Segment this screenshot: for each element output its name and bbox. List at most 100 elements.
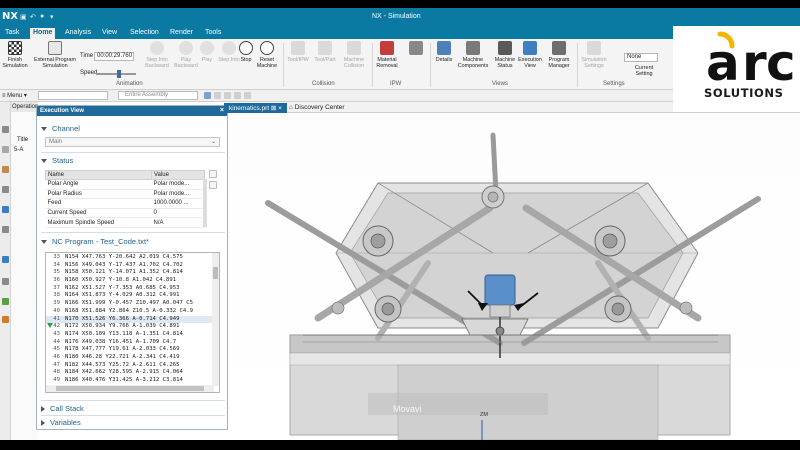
speed-slider-track[interactable] xyxy=(96,73,136,75)
nc-code-line[interactable]: 46 N180 X46.28 Y22.721 A-2.341 C4.419 xyxy=(46,354,212,362)
nc-code-line[interactable]: 48 N184 X42.662 Y28.595 A-2.915 C4.064 xyxy=(46,369,212,377)
nc-code-line[interactable]: 37 N162 X51.527 Y-7.353 A0.685 C4.953 xyxy=(46,285,212,293)
window-menu-icon[interactable]: ▾ xyxy=(50,13,54,21)
column-header-name[interactable]: Name xyxy=(45,170,152,180)
table-row[interactable]: Polar Angle Polar mode... xyxy=(45,179,205,190)
tab-view[interactable]: View xyxy=(99,28,120,39)
navigator-title-column: Title xyxy=(17,137,29,143)
machine-model-render xyxy=(265,132,761,440)
table-export-icon[interactable] xyxy=(209,181,217,189)
clock-icon[interactable] xyxy=(2,278,9,285)
table-row[interactable]: Feed 1000.0000 ... xyxy=(45,198,205,209)
section-divider xyxy=(41,415,225,416)
status-name: Polar Radius xyxy=(45,189,152,200)
scroll-thumb[interactable] xyxy=(213,267,218,279)
tool-part-collision-button[interactable]: Tool/Part xyxy=(311,41,339,63)
channel-select[interactable]: Main ⌄ xyxy=(45,137,220,147)
assembly-icon[interactable] xyxy=(2,146,9,153)
tab-home[interactable]: Home xyxy=(30,28,56,39)
machine-collision-button[interactable]: Machine Collision xyxy=(339,41,369,69)
column-header-value[interactable]: Value xyxy=(151,170,205,180)
history-icon[interactable] xyxy=(2,186,9,193)
navigator-node[interactable]: 5-A xyxy=(14,147,23,153)
status-value: Polar mode... xyxy=(151,189,205,200)
web-icon[interactable] xyxy=(2,206,9,213)
roles-icon[interactable] xyxy=(2,298,9,305)
navigator-icon[interactable] xyxy=(2,126,9,133)
scroll-thumb[interactable] xyxy=(56,386,204,391)
machine-components-button[interactable]: Machine Components xyxy=(456,41,490,69)
program-manager-icon xyxy=(552,41,566,55)
nc-code-text: N156 X49.043 Y-17.437 A1.702 C4.702 xyxy=(65,261,183,268)
tab-tools[interactable]: Tools xyxy=(202,28,224,39)
operation-navigator-tab[interactable]: Operation Navigator xyxy=(11,102,38,112)
execution-view-button[interactable]: Execution View xyxy=(515,41,545,69)
nc-code-line[interactable]: 44 N176 X49.038 Y16.451 A-1.709 C4.7 xyxy=(46,339,212,347)
nc-code-line[interactable]: 42 N172 X50.934 Y9.766 A-1.039 C4.891 xyxy=(46,323,212,331)
channel-section-header[interactable]: Channel xyxy=(41,124,80,133)
program-manager-button[interactable]: Program Manager xyxy=(542,41,576,69)
process-icon[interactable] xyxy=(2,256,9,263)
nc-code-line[interactable]: 45 N178 X47.777 Y19.61 A-2.033 C4.569 xyxy=(46,346,212,354)
details-button[interactable]: Details xyxy=(430,41,458,63)
tool-ipw-collision-button[interactable]: Tool/IPW xyxy=(284,41,312,63)
filter-icon[interactable] xyxy=(224,92,231,99)
table-row[interactable]: Maximum Spindle Speed N/A xyxy=(45,217,205,228)
nc-code-line[interactable]: 43 N174 X50.109 Y13.118 A-1.351 C4.814 xyxy=(46,331,212,339)
tab-kinematics-prt[interactable]: kinematics.prt ⊠ × xyxy=(224,103,287,113)
setting-select[interactable]: None xyxy=(624,53,658,62)
snap-icon[interactable] xyxy=(204,92,211,99)
nc-code-line[interactable]: 49 N186 X40.476 Y31.425 A-3.212 C3.814 xyxy=(46,377,212,385)
call-stack-section-header[interactable]: Call Stack xyxy=(41,404,84,413)
line-number: 38 xyxy=(53,292,60,299)
point-icon[interactable] xyxy=(234,92,241,99)
tab-selection[interactable]: Selection xyxy=(127,28,162,39)
table-row[interactable]: Polar Radius Polar mode... xyxy=(45,189,205,200)
menu-button[interactable]: ≡ Menu ▾ xyxy=(2,92,27,99)
reuse-library-icon[interactable] xyxy=(2,226,9,233)
nc-program-section-header[interactable]: NC Program - Test_Code.txt* xyxy=(41,237,149,246)
nc-code-line[interactable]: 33 N154 X47.763 Y-20.642 A2.019 C4.575 xyxy=(46,254,212,262)
table-row[interactable]: Current Speed 0 xyxy=(45,208,205,219)
simulation-settings-button[interactable]: Simulation Settings xyxy=(577,41,611,69)
system-materials-icon[interactable] xyxy=(2,316,9,323)
status-scrollbar[interactable] xyxy=(203,179,207,227)
nc-code-line[interactable]: 38 N164 X51.873 Y-4.029 A0.312 C4.991 xyxy=(46,292,212,300)
nc-code-line[interactable]: 39 N166 X51.999 Y-0.457 Z10.497 A0.047 C5 xyxy=(46,300,212,308)
save-icon[interactable]: ▣ xyxy=(20,13,27,21)
nc-program-listing[interactable]: 33 N154 X47.763 Y-20.642 A2.019 C4.575 34 N… xyxy=(45,252,220,393)
group-collision-label: Collision xyxy=(312,81,335,87)
nc-code-line[interactable]: 35 N158 X50.121 Y-14.071 A1.352 C4.814 xyxy=(46,269,212,277)
speed-slider-thumb[interactable] xyxy=(117,70,121,78)
time-field[interactable]: 00:00:29.760 xyxy=(94,52,134,61)
assembly-filter-select[interactable]: Entire Assembly xyxy=(118,91,198,100)
part-icon[interactable] xyxy=(2,166,9,173)
nc-code-line[interactable]: 47 N182 X44.573 Y25.72 A-2.611 C4.265 xyxy=(46,362,212,370)
tab-task[interactable]: Task xyxy=(2,28,22,39)
undo-icon[interactable]: ↶ xyxy=(30,13,36,21)
nc-code-line[interactable]: 34 N156 X49.043 Y-17.437 A1.702 C4.702 xyxy=(46,262,212,270)
variables-section-header[interactable]: Variables xyxy=(41,418,81,427)
tab-render[interactable]: Render xyxy=(167,28,196,39)
graphics-viewport[interactable]: Movavi ZM xyxy=(228,113,800,440)
tab-analysis[interactable]: Analysis xyxy=(62,28,94,39)
nc-code-line[interactable]: 41 N170 X51.526 Y6.366 A-0.714 C4.949 xyxy=(46,315,212,324)
tab-discovery-center[interactable]: ⌂ Discovery Center xyxy=(284,103,350,113)
finish-simulation-button[interactable]: Finish Simulation xyxy=(0,41,32,69)
reset-machine-button[interactable]: Reset Machine xyxy=(253,41,281,69)
mic-icon[interactable]: ● xyxy=(40,13,44,20)
type-filter-select[interactable] xyxy=(38,91,108,100)
status-section-header[interactable]: Status xyxy=(41,156,73,165)
select-icon[interactable] xyxy=(214,92,221,99)
code-vertical-scrollbar[interactable] xyxy=(212,253,219,386)
nx-application-window: NX ▣ ↶ ● ▾ NX - Simulation Task Home Ana… xyxy=(0,8,800,440)
nc-code-line[interactable]: 40 N168 X51.884 Y2.864 Z10.5 A-0.332 C4.9 xyxy=(46,308,212,316)
material-removal-button[interactable]: Material Removal xyxy=(372,41,402,69)
execution-view-icon xyxy=(523,41,537,55)
nc-code-line[interactable]: 36 N160 X50.927 Y-10.8 A1.042 C4.891 xyxy=(46,277,212,285)
ipw-dropdown-button[interactable] xyxy=(402,41,430,57)
code-horizontal-scrollbar[interactable] xyxy=(46,385,214,392)
table-settings-icon[interactable] xyxy=(209,170,217,178)
curve-icon[interactable] xyxy=(244,92,251,99)
external-program-simulation-button[interactable]: External Program Simulation xyxy=(32,41,78,69)
